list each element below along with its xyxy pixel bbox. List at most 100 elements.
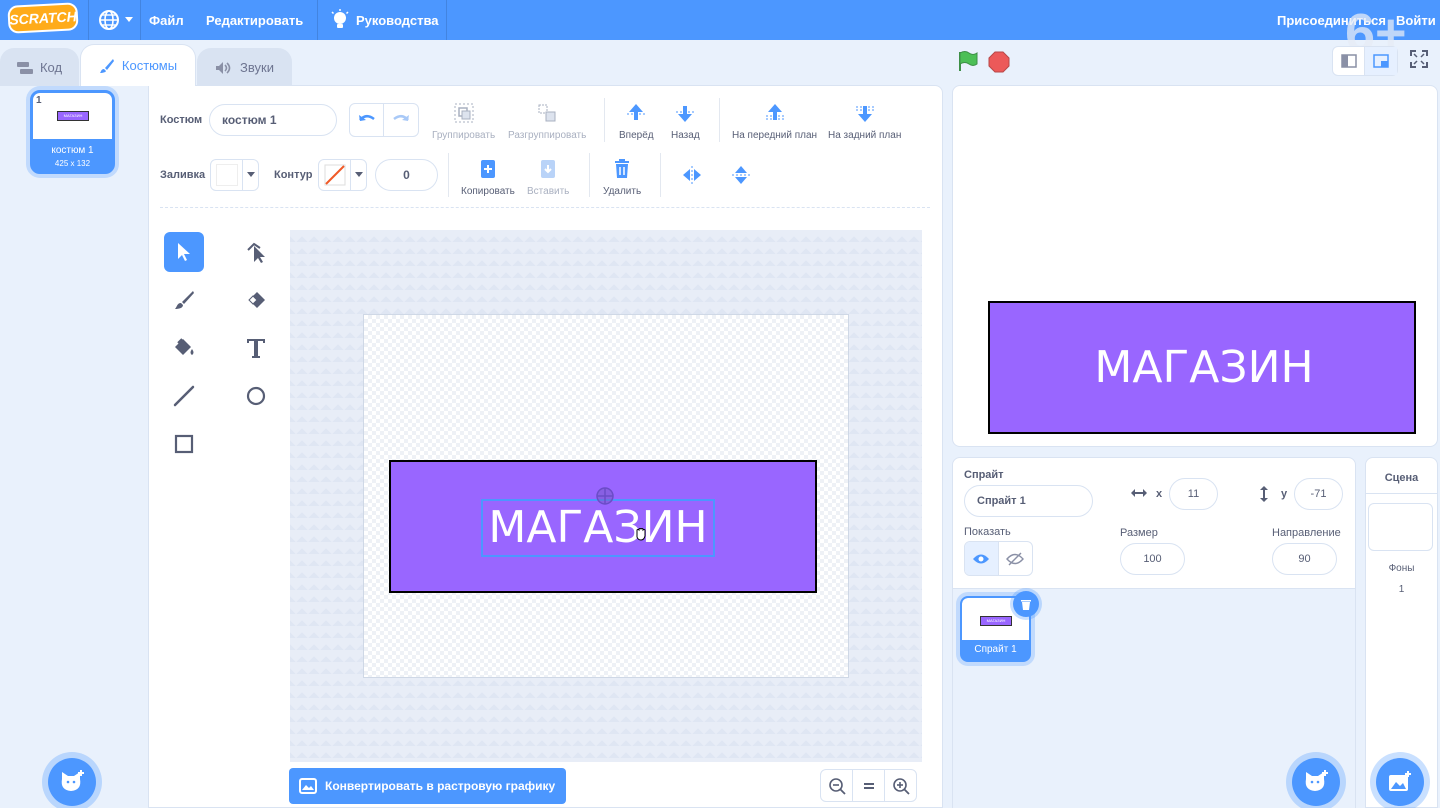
group-label: Группировать xyxy=(432,130,496,141)
outline-color-picker[interactable] xyxy=(318,159,367,191)
eraser-tool[interactable] xyxy=(236,280,276,320)
fill-tool[interactable] xyxy=(164,328,204,368)
brush-tool[interactable] xyxy=(164,280,204,320)
backdrop-image-icon xyxy=(1389,771,1411,791)
copy-label: Копировать xyxy=(461,186,515,197)
front-button[interactable]: На передний план xyxy=(732,102,817,141)
delete-button[interactable]: Удалить xyxy=(603,158,641,197)
costume-item[interactable]: 1 МАГАЗИН костюм 1 425 x 132 xyxy=(30,90,115,174)
costume-thumbnail: 1 МАГАЗИН xyxy=(33,93,112,139)
text-t-icon xyxy=(247,339,265,358)
tutorials-menu[interactable]: Руководства xyxy=(330,0,439,40)
flip-horizontal-button[interactable] xyxy=(681,164,703,189)
stage-sprite[interactable]: МАГАЗИН xyxy=(988,301,1416,434)
circle-icon xyxy=(246,386,266,406)
stop-button[interactable] xyxy=(988,51,1010,76)
image-icon xyxy=(299,778,317,794)
tab-costumes-label: Костюмы xyxy=(121,58,178,73)
crosshair-icon xyxy=(596,487,614,505)
edit-menu[interactable]: Редактировать xyxy=(206,0,303,40)
direction-label: Направление xyxy=(1272,527,1341,539)
fullscreen-button[interactable] xyxy=(1410,50,1428,71)
choose-backdrop-button[interactable] xyxy=(1376,758,1424,806)
language-menu[interactable] xyxy=(98,0,134,40)
code-blocks-icon xyxy=(16,61,33,74)
forward-button[interactable]: Вперёд xyxy=(619,102,654,141)
caret-down-icon xyxy=(246,172,255,177)
back-label: На задний план xyxy=(828,130,902,141)
small-stage-button[interactable] xyxy=(1333,47,1366,75)
convert-bitmap-label: Конвертировать в растровую графику xyxy=(325,779,556,793)
forward-label: Вперёд xyxy=(619,130,654,141)
paste-button[interactable]: Вставить xyxy=(527,158,569,197)
paste-label: Вставить xyxy=(527,186,570,197)
speaker-icon xyxy=(216,61,231,74)
costume-thumb-text: МАГАЗИН xyxy=(57,111,89,121)
size-input[interactable]: 100 xyxy=(1120,543,1185,575)
zoom-out-button[interactable] xyxy=(820,769,853,802)
rotation-center-handle[interactable] xyxy=(595,486,615,509)
file-menu[interactable]: Файл xyxy=(149,0,184,40)
circle-tool[interactable] xyxy=(236,376,276,416)
direction-input[interactable]: 90 xyxy=(1272,543,1337,575)
flip-vertical-button[interactable] xyxy=(730,164,752,189)
backdrops-count: 1 xyxy=(1398,584,1405,595)
delete-sprite-button[interactable] xyxy=(1013,591,1039,617)
tab-sounds[interactable]: Звуки xyxy=(197,48,292,86)
arrow-cursor-icon xyxy=(178,243,190,261)
large-stage-button[interactable] xyxy=(1365,47,1397,75)
redo-icon xyxy=(393,115,409,121)
tab-sounds-label: Звуки xyxy=(240,60,274,75)
vertical-arrows-icon xyxy=(1260,486,1268,502)
hide-button[interactable] xyxy=(999,542,1033,575)
caret-down-icon xyxy=(354,172,363,177)
outline-width-input[interactable]: 0 xyxy=(375,159,438,191)
reshape-tool[interactable] xyxy=(236,232,276,272)
select-tool[interactable] xyxy=(164,232,204,272)
copy-icon xyxy=(480,160,495,178)
sprite-label: Спрайт xyxy=(964,469,1004,481)
backward-button[interactable]: Назад xyxy=(671,102,700,141)
eraser-icon xyxy=(248,292,265,308)
zoom-out-icon xyxy=(828,777,846,795)
green-flag-icon xyxy=(959,51,978,71)
choose-sprite-button[interactable] xyxy=(1292,758,1340,806)
rectangle-icon xyxy=(174,434,194,454)
paste-icon xyxy=(541,160,556,178)
y-label: y xyxy=(1281,488,1288,500)
zoom-in-button[interactable] xyxy=(884,769,917,802)
redo-button[interactable] xyxy=(384,104,418,136)
ungroup-button[interactable]: Разгруппировать xyxy=(508,102,586,141)
group-icon xyxy=(454,103,474,123)
undo-button[interactable] xyxy=(350,104,384,136)
fill-color-picker[interactable] xyxy=(210,159,259,191)
choose-costume-button[interactable] xyxy=(48,758,96,806)
convert-bitmap-button[interactable]: Конвертировать в растровую графику xyxy=(289,768,566,804)
stage-thumbnail[interactable] xyxy=(1368,503,1433,551)
x-input[interactable]: 11 xyxy=(1169,478,1218,510)
text-tool[interactable] xyxy=(236,328,276,368)
show-button[interactable] xyxy=(965,542,999,575)
scratch-logo[interactable]: SCRATCH xyxy=(7,2,79,34)
back-button[interactable]: На задний план xyxy=(828,102,901,141)
green-flag-button[interactable] xyxy=(956,50,978,75)
copy-button[interactable]: Копировать xyxy=(461,158,515,197)
reshape-icon xyxy=(247,242,265,263)
brush-icon xyxy=(99,58,114,73)
equals-icon xyxy=(863,782,874,789)
y-input[interactable]: -71 xyxy=(1294,478,1343,510)
stage-text: МАГАЗИН xyxy=(1094,341,1314,393)
ungroup-label: Разгруппировать xyxy=(508,130,587,141)
group-button[interactable]: Группировать xyxy=(432,102,495,141)
costume-name-input[interactable] xyxy=(209,104,337,136)
sprite-name-input[interactable] xyxy=(964,485,1093,517)
outline-label: Контур xyxy=(274,169,313,181)
tab-costumes[interactable]: Костюмы xyxy=(80,44,196,86)
eye-slash-icon xyxy=(1006,552,1025,565)
tab-code-label: Код xyxy=(39,60,63,75)
zoom-reset-button[interactable] xyxy=(852,769,885,802)
canvas-text[interactable]: МАГАЗИН xyxy=(488,506,707,550)
tab-code[interactable]: Код xyxy=(0,48,79,86)
line-tool[interactable] xyxy=(164,376,204,416)
rectangle-tool[interactable] xyxy=(164,424,204,464)
